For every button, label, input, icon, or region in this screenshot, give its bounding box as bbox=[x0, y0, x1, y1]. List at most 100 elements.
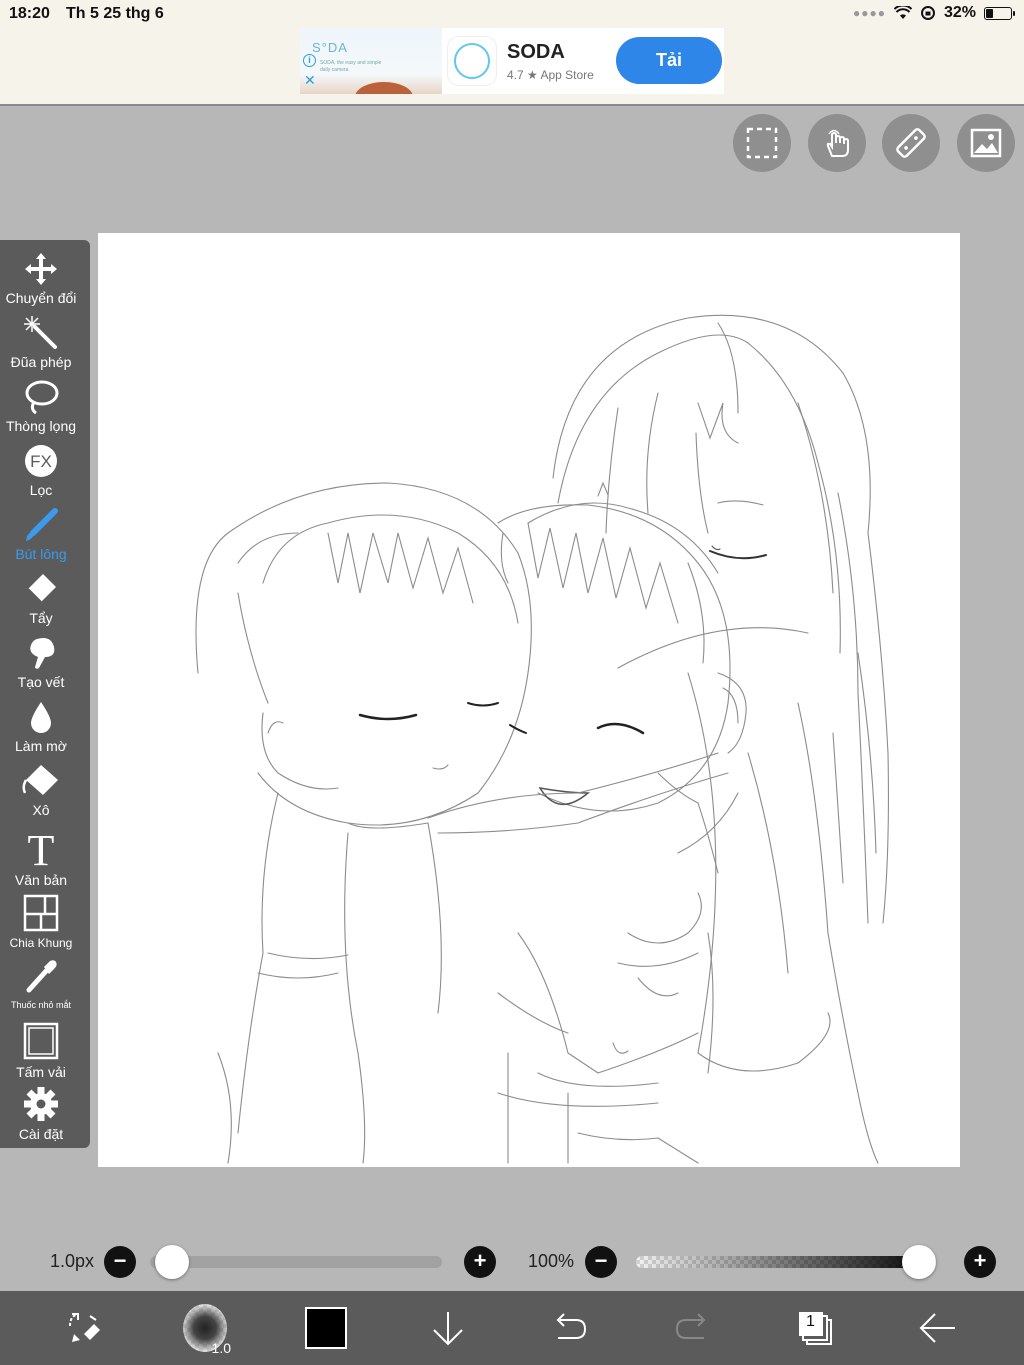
frame-divide-icon bbox=[23, 894, 59, 932]
brush-size-slider[interactable] bbox=[150, 1245, 442, 1279]
bucket-icon bbox=[22, 765, 58, 795]
magic-wand-icon bbox=[24, 316, 57, 349]
image-import-icon bbox=[970, 128, 1002, 158]
status-date: Th 5 25 thg 6 bbox=[66, 5, 164, 22]
ad-install-button[interactable]: Tải bbox=[616, 37, 722, 84]
download-button[interactable] bbox=[426, 1306, 470, 1350]
undo-button[interactable] bbox=[548, 1306, 592, 1350]
redo-button[interactable] bbox=[670, 1306, 714, 1350]
tool-settings[interactable]: Cài đặt bbox=[0, 1084, 82, 1142]
ad-banner-bar: S°DA SODA, the easy and simple daily cam… bbox=[0, 28, 1024, 106]
sketch-artwork bbox=[195, 314, 889, 1164]
arrow-left-icon bbox=[919, 1313, 955, 1343]
tool-blur[interactable]: Làm mờ bbox=[0, 698, 82, 754]
wifi-icon bbox=[893, 6, 912, 19]
tool-eyedropper[interactable]: Thuốc nhỏ mắt bbox=[0, 956, 82, 1010]
status-bar: 18:20 Th 5 25 thg 6 ●●●● 32% bbox=[0, 0, 1024, 28]
brush-size-knob[interactable] bbox=[155, 1245, 190, 1279]
brush-size-decrease-button[interactable]: − bbox=[104, 1246, 136, 1278]
blur-drop-icon bbox=[31, 702, 51, 733]
tool-label: Chuyển đổi bbox=[5, 290, 77, 306]
tool-smudge[interactable]: Tạo vết bbox=[0, 634, 82, 690]
tool-label: Cài đặt bbox=[18, 1126, 64, 1142]
selection-button[interactable] bbox=[733, 114, 791, 172]
ad-app-logo bbox=[447, 36, 497, 86]
status-right: ●●●● 32% bbox=[852, 4, 1015, 22]
layers-button[interactable]: 1 bbox=[793, 1306, 837, 1350]
move-arrows-icon bbox=[25, 253, 57, 285]
selection-icon bbox=[746, 127, 778, 159]
color-button[interactable] bbox=[304, 1306, 348, 1350]
tool-frame-divider[interactable]: Chia Khung bbox=[0, 892, 82, 950]
eraser-icon bbox=[27, 574, 56, 603]
tool-brush[interactable]: Bút lông bbox=[0, 506, 82, 562]
status-time: 18:20 bbox=[9, 5, 50, 22]
brush-sliders: 1.0px − + 100% − + bbox=[0, 1240, 1024, 1284]
back-button[interactable] bbox=[915, 1306, 959, 1350]
tool-canvas[interactable]: Tấm vải bbox=[0, 1020, 82, 1080]
drawing-canvas[interactable] bbox=[98, 233, 960, 1167]
bottom-toolbar: 1.0 1 bbox=[0, 1291, 1024, 1365]
hand-gesture-icon bbox=[826, 129, 849, 157]
tool-magic-wand[interactable]: Đũa phép bbox=[0, 314, 82, 370]
svg-text:T: T bbox=[28, 827, 55, 869]
brush-opacity-value: 100% bbox=[528, 1251, 575, 1271]
ad-close-icon[interactable]: ✕ bbox=[304, 72, 316, 89]
signal-icon: ●●●● bbox=[852, 6, 886, 20]
text-icon: T bbox=[28, 827, 55, 869]
quick-transform-button[interactable] bbox=[62, 1306, 106, 1350]
redo-icon bbox=[675, 1313, 706, 1339]
ad-subtitle: 4.7 ★ App Store bbox=[507, 67, 594, 82]
ad-info-icon[interactable]: i bbox=[303, 54, 316, 67]
tool-bucket[interactable]: Xô bbox=[0, 762, 82, 818]
gear-icon bbox=[24, 1087, 58, 1121]
tool-text[interactable]: T Văn bản bbox=[0, 826, 82, 888]
ruler-icon bbox=[896, 128, 926, 158]
layer-count: 1 bbox=[806, 1313, 815, 1330]
brush-opacity-slider[interactable] bbox=[636, 1245, 936, 1279]
tool-label: Xô bbox=[32, 802, 50, 818]
svg-text:FX: FX bbox=[30, 452, 52, 471]
tool-eraser[interactable]: Tẩy bbox=[0, 570, 82, 626]
brush-opacity-increase-button[interactable]: + bbox=[964, 1246, 996, 1278]
brush-opacity-decrease-button[interactable]: − bbox=[585, 1246, 617, 1278]
battery-percent: 32% bbox=[943, 4, 976, 21]
undo-icon bbox=[556, 1313, 587, 1339]
tool-label: Đũa phép bbox=[10, 354, 72, 370]
smudge-icon bbox=[30, 638, 55, 669]
tool-label: Tạo vết bbox=[17, 674, 65, 690]
eyedropper-icon bbox=[26, 960, 57, 993]
tool-label: Thòng lọng bbox=[5, 418, 77, 434]
brush-preview: 1.0 bbox=[183, 1304, 231, 1356]
ad-thumb-tagline: SODA, the easy and simple daily camera bbox=[320, 60, 382, 73]
brush-preview-label: 1.0 bbox=[211, 1340, 231, 1356]
ad-thumb-photo bbox=[355, 82, 413, 94]
brush-size-value: 1.0px bbox=[50, 1251, 95, 1271]
ad-thumbnail[interactable]: S°DA SODA, the easy and simple daily cam… bbox=[300, 28, 442, 94]
tool-label: Văn bản bbox=[14, 872, 68, 888]
tool-filter[interactable]: FX Lọc bbox=[0, 442, 82, 498]
layers-icon bbox=[799, 1312, 832, 1345]
hand-gesture-button[interactable] bbox=[808, 114, 866, 172]
canvas-icon bbox=[23, 1022, 59, 1060]
ad-title: SODA bbox=[507, 40, 565, 63]
brush-preview-button[interactable]: 1.0 bbox=[183, 1304, 231, 1356]
image-import-button[interactable] bbox=[957, 114, 1015, 172]
tool-lasso[interactable]: Thòng lọng bbox=[0, 378, 82, 434]
brush-opacity-knob[interactable] bbox=[902, 1245, 936, 1279]
tool-label: Thuốc nhỏ mắt bbox=[10, 1000, 72, 1010]
ruler-button[interactable] bbox=[882, 114, 940, 172]
brush-size-increase-button[interactable]: + bbox=[464, 1246, 496, 1278]
tool-transform[interactable]: Chuyển đổi bbox=[0, 250, 82, 306]
tool-label: Chia Khung bbox=[9, 936, 73, 950]
battery-level bbox=[986, 8, 993, 18]
tool-label: Lọc bbox=[29, 482, 53, 498]
orientation-lock-icon bbox=[920, 6, 935, 20]
ad-banner[interactable]: S°DA SODA, the easy and simple daily cam… bbox=[300, 28, 724, 94]
tool-label: Bút lông bbox=[15, 546, 67, 562]
tool-label: Làm mờ bbox=[15, 738, 67, 754]
lasso-icon bbox=[25, 380, 59, 415]
tool-label: Tẩy bbox=[29, 610, 53, 626]
tool-palette: Chuyển đổi Đũa phép Thòng lọng FX Lọc Bú… bbox=[0, 240, 90, 1148]
current-color-swatch bbox=[305, 1307, 347, 1349]
